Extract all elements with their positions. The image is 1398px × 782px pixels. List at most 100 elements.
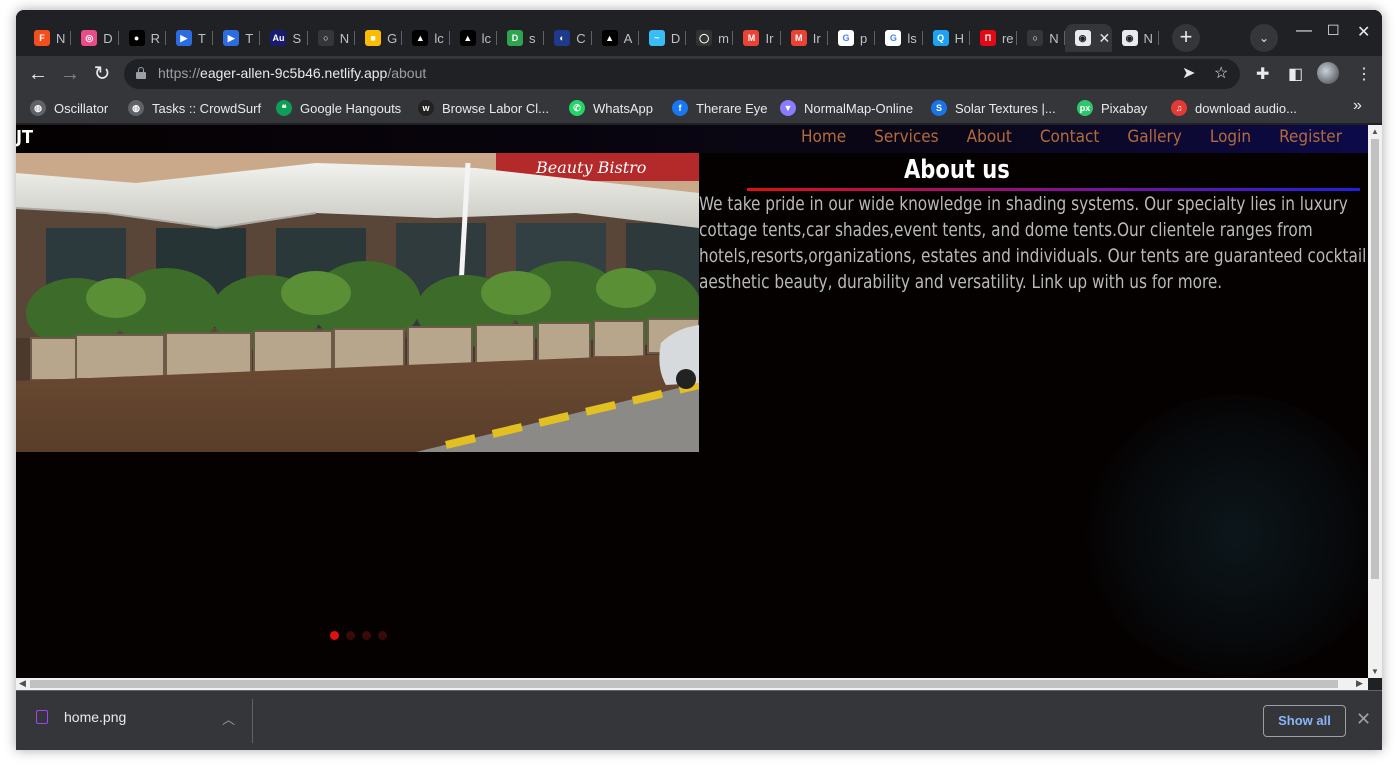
browser-tab[interactable]: ~ D: [639, 24, 687, 52]
web-page: JT Home Services About Contact Gallery Login R…: [16, 125, 1368, 678]
menu-dots-icon[interactable]: ⋮: [1356, 64, 1372, 84]
tab-title: Ir: [765, 30, 774, 46]
nav-link-about[interactable]: About: [967, 127, 1012, 147]
browser-tab[interactable]: ○ N: [1017, 24, 1065, 52]
slider-dot[interactable]: [378, 631, 387, 640]
browser-tab[interactable]: ◉ N: [1112, 24, 1159, 52]
close-shelf-icon[interactable]: ✕: [1356, 709, 1371, 730]
download-item[interactable]: home.png: [36, 709, 126, 725]
nav-link-register[interactable]: Register: [1279, 127, 1342, 147]
bookmark-label: Google Hangouts: [300, 100, 402, 116]
browser-tab[interactable]: Au S: [260, 24, 308, 52]
browser-tab[interactable]: Ds: [497, 24, 545, 52]
chevron-up-icon[interactable]: ︿: [222, 709, 235, 728]
tab-title: C: [576, 30, 586, 46]
side-panel-icon[interactable]: ◧: [1288, 64, 1303, 84]
browser-tab[interactable]: ▶ T: [166, 24, 214, 52]
bookmark-item[interactable]: S Solar Textures |...: [931, 98, 1056, 118]
bookmark-item[interactable]: ✆ WhatsApp: [569, 98, 653, 118]
bookmarks-bar: » ◍ Oscillator ◍ Tasks :: CrowdSurf ❝ Google …: [16, 92, 1382, 124]
bookmark-item[interactable]: ◍ Oscillator: [30, 98, 108, 118]
download-file-name[interactable]: home.png: [64, 709, 126, 725]
browser-tab[interactable]: ◐ C: [544, 24, 592, 52]
maximize-icon[interactable]: ☐: [1327, 22, 1340, 39]
reload-button[interactable]: ↻: [88, 60, 116, 88]
tab-favicon-icon: ■: [365, 30, 382, 46]
browser-tab[interactable]: ▲ lc: [402, 24, 450, 52]
slider-dot[interactable]: [362, 631, 371, 640]
scroll-down-icon[interactable]: ▼: [1371, 667, 1379, 676]
image-file-icon: [36, 710, 48, 724]
browser-tab[interactable]: Gp: [828, 24, 876, 52]
vertical-scrollbar[interactable]: ▲ ▼: [1368, 125, 1382, 678]
bookmark-item[interactable]: px Pixabay: [1077, 98, 1147, 118]
tab-title: Ir: [812, 30, 821, 46]
horizontal-scroll-thumb[interactable]: [30, 680, 1338, 688]
browser-tab[interactable]: ◎ D: [71, 24, 119, 52]
browser-tab[interactable]: ● R: [119, 24, 166, 52]
bookmark-item[interactable]: ▼ NormalMap-Online: [780, 98, 913, 118]
tab-title: s: [528, 30, 536, 46]
site-logo[interactable]: JT: [16, 127, 33, 148]
lock-icon[interactable]: [136, 67, 146, 79]
vertical-scroll-thumb[interactable]: [1371, 139, 1379, 579]
shelf-divider: [252, 699, 253, 743]
profile-avatar[interactable]: [1317, 62, 1339, 84]
nav-link-gallery[interactable]: Gallery: [1127, 127, 1181, 147]
browser-window: F N ◎ D ● R ▶ T ▶ T Au S ○ N ■ G ▲ lc ▲ lc Ds ◐ C ▲ A ~ D ◯ m M Ir M Ir G…: [16, 10, 1382, 750]
more-bookmarks-icon[interactable]: »: [1353, 97, 1362, 115]
bookmark-item[interactable]: f Therare Eye: [672, 98, 768, 118]
close-window-icon[interactable]: ✕: [1357, 22, 1370, 42]
extensions-icon[interactable]: ✚: [1256, 64, 1269, 84]
nav-link-services[interactable]: Services: [874, 127, 939, 147]
tab-favicon-icon: ○: [1027, 30, 1044, 46]
close-tab-icon[interactable]: ✕: [1099, 30, 1111, 47]
send-to-device-icon[interactable]: ➤: [1182, 63, 1195, 83]
tab-title: m: [718, 30, 729, 46]
browser-tab[interactable]: ▲ lc: [450, 24, 497, 52]
tab-favicon-icon: M: [790, 30, 807, 46]
bookmark-item[interactable]: ◍ Tasks :: CrowdSurf: [128, 98, 261, 118]
back-button[interactable]: ←: [24, 60, 52, 88]
browser-tab[interactable]: ■ G: [355, 24, 403, 52]
browser-tab[interactable]: Пre: [970, 24, 1018, 52]
tab-favicon-icon: Q: [932, 30, 949, 46]
url-text[interactable]: https://eager-allen-9c5b46.netlify.app/a…: [158, 65, 426, 81]
scroll-left-icon[interactable]: ◀: [19, 678, 26, 689]
hero-slider-image[interactable]: Beauty Bistro: [16, 153, 699, 452]
address-bar[interactable]: https://eager-allen-9c5b46.netlify.app/a…: [124, 59, 1240, 89]
nav-link-contact[interactable]: Contact: [1040, 127, 1100, 147]
scroll-up-icon[interactable]: ▲: [1371, 127, 1379, 136]
browser-tab[interactable]: M Ir: [781, 24, 829, 52]
tab-favicon-icon: G: [838, 30, 855, 46]
bookmark-star-icon[interactable]: ☆: [1214, 63, 1228, 83]
bookmark-item[interactable]: ♫ download audio...: [1171, 98, 1297, 118]
scroll-right-icon[interactable]: ▶: [1356, 678, 1363, 689]
browser-tab[interactable]: QH: [923, 24, 970, 52]
new-tab-button[interactable]: +: [1172, 24, 1200, 52]
browser-tab[interactable]: ◯ m: [686, 24, 734, 52]
show-all-button[interactable]: Show all: [1263, 705, 1346, 737]
browser-tab[interactable]: FN: [24, 24, 72, 52]
browser-tab[interactable]: Gls: [875, 24, 923, 52]
browser-tab[interactable]: ○ N: [308, 24, 356, 52]
tab-title: re: [1001, 30, 1014, 46]
bookmark-favicon-icon: px: [1077, 100, 1093, 116]
forward-button[interactable]: →: [56, 60, 84, 88]
bookmark-item[interactable]: w Browse Labor Cl...: [418, 98, 549, 118]
minimize-icon[interactable]: —: [1296, 22, 1312, 40]
browser-tab[interactable]: ◉ ✕: [1064, 24, 1112, 52]
bookmark-item[interactable]: ❝ Google Hangouts: [276, 98, 401, 118]
tab-search-button[interactable]: ⌄: [1250, 24, 1278, 52]
nav-link-home[interactable]: Home: [801, 127, 846, 147]
tab-title: D: [670, 30, 681, 46]
browser-tab[interactable]: ▲ A: [592, 24, 639, 52]
nav-link-login[interactable]: Login: [1210, 127, 1251, 147]
slider-dot[interactable]: [346, 631, 355, 640]
tab-title: D: [103, 30, 113, 46]
browser-tab[interactable]: ▶ T: [213, 24, 261, 52]
slider-dot[interactable]: [330, 631, 339, 640]
tab-favicon-icon: П: [979, 30, 996, 46]
browser-tab[interactable]: M Ir: [733, 24, 781, 52]
horizontal-scrollbar[interactable]: ◀ ▶: [16, 678, 1368, 690]
